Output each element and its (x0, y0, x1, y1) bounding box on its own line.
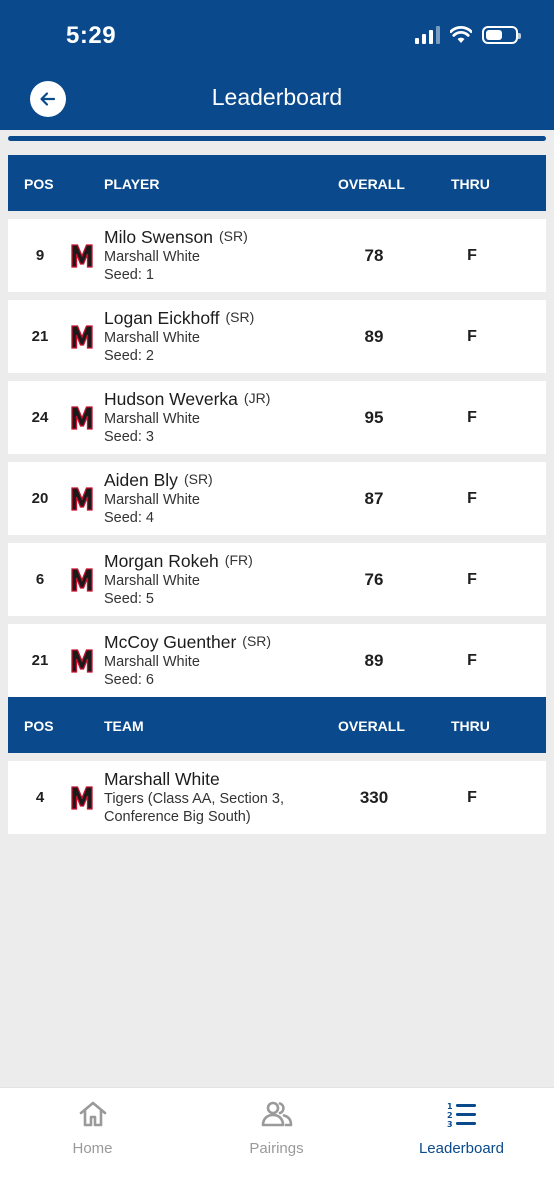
player-thru: F (467, 571, 477, 588)
status-icons (415, 26, 521, 44)
svg-text:2: 2 (447, 1111, 453, 1120)
player-overall: 89 (364, 651, 384, 670)
player-row[interactable]: 9 Milo Swenson (SR) Marshall White Seed: 1 78… (8, 219, 546, 292)
tab-home[interactable]: Home (0, 1088, 185, 1168)
player-seed: Seed: 1 (104, 267, 154, 283)
marshall-logo-icon (71, 244, 93, 268)
player-name-line: McCoy Guenther (SR) (104, 632, 271, 653)
marshall-logo-icon (71, 406, 93, 430)
header-thru: THRU (451, 176, 490, 192)
player-row[interactable]: 20 Aiden Bly (SR) Marshall White Seed: 4 87 F (8, 462, 546, 535)
player-seed: Seed: 5 (104, 591, 154, 607)
player-thru: F (467, 490, 477, 507)
player-pos: 20 (31, 490, 49, 507)
tab-label: Home (72, 1140, 113, 1157)
player-pos: 9 (35, 247, 45, 264)
player-school: Marshall White (104, 573, 200, 589)
home-icon (79, 1101, 106, 1127)
player-name-line: Hudson Weverka (JR) (104, 389, 270, 410)
player-row[interactable]: 21 McCoy Guenther (SR) Marshall White Seed: … (8, 624, 546, 697)
divider (8, 136, 546, 141)
player-row[interactable]: 6 Morgan Rokeh (FR) Marshall White Seed: 5 76… (8, 543, 546, 616)
player-seed: Seed: 3 (104, 429, 154, 445)
tab-bar: Home Pairings 1 2 3 Leaderboard (0, 1087, 554, 1199)
tab-leaderboard[interactable]: 1 2 3 Leaderboard (369, 1088, 554, 1168)
page-title: Leaderboard (211, 84, 343, 110)
player-school: Marshall White (104, 492, 200, 508)
team-overall: 330 (359, 788, 389, 807)
marshall-logo-icon (71, 649, 93, 673)
header-pos: POS (24, 176, 54, 192)
player-row[interactable]: 21 Logan Eickhoff (SR) Marshall White Seed: … (8, 300, 546, 373)
status-time: 5:29 (66, 22, 117, 49)
player-name: Aiden Bly (104, 470, 178, 490)
header-pos: POS (24, 718, 54, 734)
player-thru: F (467, 247, 477, 264)
player-school: Marshall White (104, 249, 200, 265)
marshall-logo-icon (71, 325, 93, 349)
tab-label: Pairings (249, 1140, 304, 1157)
player-overall: 78 (364, 246, 384, 265)
header-player: PLAYER (104, 176, 160, 192)
player-school: Marshall White (104, 654, 200, 670)
wifi-icon (450, 26, 472, 43)
team-thru: F (467, 789, 477, 806)
player-class: (FR) (224, 552, 253, 568)
player-school: Marshall White (104, 330, 200, 346)
player-name-line: Milo Swenson (SR) (104, 227, 248, 248)
player-seed: Seed: 2 (104, 348, 154, 364)
player-name: Milo Swenson (104, 227, 213, 247)
player-class: (SR) (225, 309, 255, 325)
app-header: 5:29 Leaderboard (0, 0, 554, 130)
player-overall: 95 (364, 408, 384, 427)
player-class: (SR) (242, 633, 272, 649)
player-pos: 21 (31, 652, 49, 669)
player-table-header: POS PLAYER OVERALL THRU (8, 155, 546, 211)
svg-text:1: 1 (447, 1102, 453, 1111)
header-thru: THRU (451, 718, 490, 734)
player-class: (SR) (183, 471, 213, 487)
marshall-logo-icon (71, 487, 93, 511)
marshall-logo-icon (71, 786, 93, 810)
player-overall: 89 (364, 327, 384, 346)
player-thru: F (467, 652, 477, 669)
tab-pairings[interactable]: Pairings (184, 1088, 369, 1168)
player-name: Morgan Rokeh (104, 551, 219, 571)
team-pos: 4 (35, 789, 45, 806)
player-class: (SR) (218, 228, 248, 244)
player-pos: 24 (31, 409, 49, 426)
leaderboard-icon: 1 2 3 (447, 1102, 476, 1128)
cellular-signal-icon (415, 26, 440, 44)
team-name: Marshall White (104, 769, 220, 789)
player-name: Hudson Weverka (104, 389, 238, 409)
player-name: Logan Eickhoff (104, 308, 220, 328)
player-thru: F (467, 409, 477, 426)
team-detail: Conference Big South) (104, 809, 251, 825)
player-overall: 76 (364, 570, 384, 589)
player-name-line: Morgan Rokeh (FR) (104, 551, 253, 572)
player-name: McCoy Guenther (104, 632, 237, 652)
player-pos: 21 (31, 328, 49, 345)
header-team: TEAM (104, 718, 144, 734)
player-pos: 6 (35, 571, 45, 588)
pairings-icon (261, 1101, 292, 1127)
player-class: (JR) (243, 390, 271, 406)
svg-text:3: 3 (447, 1120, 453, 1128)
player-seed: Seed: 4 (104, 510, 154, 526)
player-row[interactable]: 24 Hudson Weverka (JR) Marshall White Seed: … (8, 381, 546, 454)
player-name-line: Logan Eickhoff (SR) (104, 308, 254, 329)
player-thru: F (467, 328, 477, 345)
team-table-header: POS TEAM OVERALL THRU (8, 697, 546, 753)
player-name-line: Aiden Bly (SR) (104, 470, 213, 491)
team-row[interactable]: 4 Marshall White Tigers (Class AA, Secti… (8, 761, 546, 834)
tab-label: Leaderboard (418, 1140, 505, 1157)
battery-icon (482, 26, 521, 44)
header-overall: OVERALL (338, 176, 405, 192)
marshall-logo-icon (71, 568, 93, 592)
player-school: Marshall White (104, 411, 200, 427)
header-overall: OVERALL (338, 718, 405, 734)
player-overall: 87 (364, 489, 384, 508)
team-detail: Tigers (Class AA, Section 3, (104, 791, 284, 807)
player-seed: Seed: 6 (104, 672, 154, 688)
